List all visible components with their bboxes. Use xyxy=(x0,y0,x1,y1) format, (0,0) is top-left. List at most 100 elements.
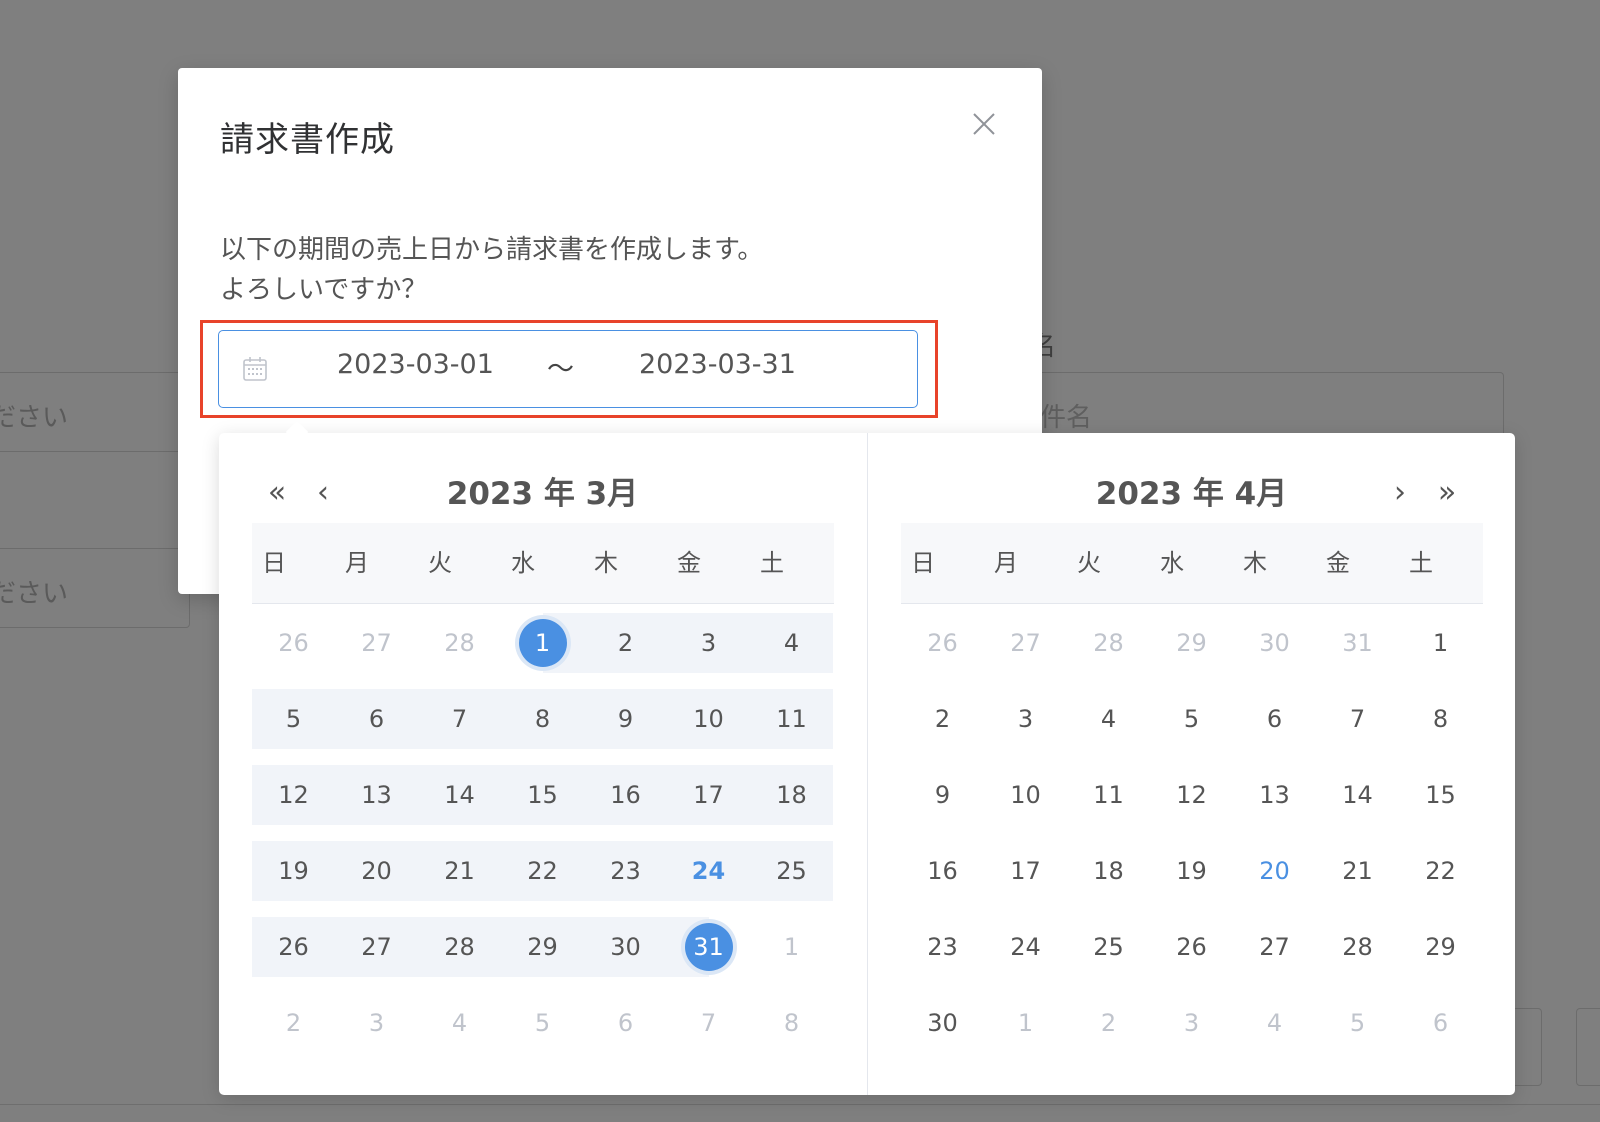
day-cell[interactable]: 27 xyxy=(984,613,1067,673)
day-cell[interactable]: 14 xyxy=(418,765,501,825)
day-cell[interactable]: 3 xyxy=(335,993,418,1053)
day-cell[interactable]: 4 xyxy=(1233,993,1316,1053)
day-cell[interactable]: 22 xyxy=(501,841,584,901)
calendar-panel-march: « ‹ 2023 年 3月 日月火水木金土 26 27 28 1 2 3 4 5 6 7 8 9 10 1… xyxy=(219,433,866,1095)
day-cell[interactable]: 26 xyxy=(252,917,335,977)
day-cell[interactable]: 7 xyxy=(418,689,501,749)
day-cell[interactable]: 10 xyxy=(667,689,750,749)
day-cell[interactable]: 27 xyxy=(1233,917,1316,977)
day-cell[interactable]: 15 xyxy=(1399,765,1482,825)
day-cell[interactable]: 28 xyxy=(1316,917,1399,977)
day-cell[interactable]: 19 xyxy=(1150,841,1233,901)
day-cell[interactable]: 12 xyxy=(1150,765,1233,825)
day-cell[interactable]: 10 xyxy=(984,765,1067,825)
day-cell[interactable]: 23 xyxy=(901,917,984,977)
day-cell[interactable]: 4 xyxy=(1067,689,1150,749)
day-cell-selected[interactable]: 31 xyxy=(667,917,750,977)
day-number: 25 xyxy=(776,857,807,885)
day-cell[interactable]: 3 xyxy=(1150,993,1233,1053)
next-year-button[interactable]: » xyxy=(1429,473,1465,513)
day-cell[interactable]: 20 xyxy=(1233,841,1316,901)
day-cell[interactable]: 2 xyxy=(584,613,667,673)
day-cell[interactable]: 20 xyxy=(335,841,418,901)
day-cell[interactable]: 8 xyxy=(501,689,584,749)
day-cell[interactable]: 30 xyxy=(901,993,984,1053)
day-cell[interactable]: 11 xyxy=(1067,765,1150,825)
day-cell[interactable]: 22 xyxy=(1399,841,1482,901)
day-cell[interactable]: 5 xyxy=(1316,993,1399,1053)
day-cell[interactable]: 6 xyxy=(1233,689,1316,749)
day-cell[interactable]: 13 xyxy=(1233,765,1316,825)
day-number: 19 xyxy=(1176,857,1207,885)
day-cell[interactable]: 26 xyxy=(252,613,335,673)
day-cell[interactable]: 8 xyxy=(1399,689,1482,749)
day-number: 12 xyxy=(278,781,309,809)
day-cell[interactable]: 1 xyxy=(984,993,1067,1053)
day-cell[interactable]: 6 xyxy=(335,689,418,749)
day-cell[interactable]: 29 xyxy=(1399,917,1482,977)
day-cell[interactable]: 29 xyxy=(1150,613,1233,673)
day-cell[interactable]: 28 xyxy=(418,917,501,977)
day-cell[interactable]: 18 xyxy=(1067,841,1150,901)
day-cell[interactable]: 31 xyxy=(1316,613,1399,673)
day-cell[interactable]: 27 xyxy=(335,613,418,673)
day-cell[interactable]: 24 xyxy=(667,841,750,901)
day-cell[interactable]: 6 xyxy=(584,993,667,1053)
day-cell[interactable]: 23 xyxy=(584,841,667,901)
day-cell-selected[interactable]: 1 xyxy=(501,613,584,673)
day-cell[interactable]: 4 xyxy=(418,993,501,1053)
day-cell[interactable]: 16 xyxy=(901,841,984,901)
day-cell[interactable]: 3 xyxy=(984,689,1067,749)
day-cell[interactable]: 21 xyxy=(418,841,501,901)
day-cell[interactable]: 16 xyxy=(584,765,667,825)
day-cell[interactable]: 30 xyxy=(584,917,667,977)
day-cell[interactable]: 3 xyxy=(667,613,750,673)
day-number: 3 xyxy=(700,629,717,657)
close-button[interactable] xyxy=(966,106,1002,142)
next-month-button[interactable]: › xyxy=(1382,473,1418,513)
background-divider xyxy=(0,1104,1600,1105)
day-cell[interactable]: 4 xyxy=(750,613,833,673)
day-cell[interactable]: 18 xyxy=(750,765,833,825)
day-cell[interactable]: 30 xyxy=(1233,613,1316,673)
day-cell[interactable]: 17 xyxy=(984,841,1067,901)
day-cell[interactable]: 15 xyxy=(501,765,584,825)
day-cell[interactable]: 5 xyxy=(1150,689,1233,749)
range-start-input[interactable]: 2023-03-01 xyxy=(337,349,494,380)
weekday-header-right: 日月火水木金土 xyxy=(901,523,1483,604)
day-cell[interactable]: 13 xyxy=(335,765,418,825)
day-cell[interactable]: 17 xyxy=(667,765,750,825)
day-cell[interactable]: 12 xyxy=(252,765,335,825)
day-cell[interactable]: 21 xyxy=(1316,841,1399,901)
day-cell[interactable]: 1 xyxy=(1399,613,1482,673)
day-cell[interactable]: 5 xyxy=(501,993,584,1053)
weekday-label: 土 xyxy=(1409,549,1433,577)
day-cell[interactable]: 28 xyxy=(1067,613,1150,673)
day-number: 26 xyxy=(278,629,309,657)
range-end-input[interactable]: 2023-03-31 xyxy=(639,349,796,380)
day-cell[interactable]: 2 xyxy=(1067,993,1150,1053)
day-cell[interactable]: 24 xyxy=(984,917,1067,977)
day-cell[interactable]: 9 xyxy=(901,765,984,825)
date-range-input[interactable]: 2023-03-01 〜 2023-03-31 xyxy=(218,330,918,408)
day-cell[interactable]: 6 xyxy=(1399,993,1482,1053)
day-cell[interactable]: 7 xyxy=(667,993,750,1053)
day-cell[interactable]: 26 xyxy=(1150,917,1233,977)
day-cell[interactable]: 5 xyxy=(252,689,335,749)
day-cell[interactable]: 2 xyxy=(252,993,335,1053)
day-cell[interactable]: 8 xyxy=(750,993,833,1053)
day-cell[interactable]: 14 xyxy=(1316,765,1399,825)
day-cell[interactable]: 25 xyxy=(750,841,833,901)
day-cell[interactable]: 26 xyxy=(901,613,984,673)
day-cell[interactable]: 11 xyxy=(750,689,833,749)
day-cell[interactable]: 2 xyxy=(901,689,984,749)
day-cell[interactable]: 29 xyxy=(501,917,584,977)
day-cell[interactable]: 1 xyxy=(750,917,833,977)
day-cell[interactable]: 27 xyxy=(335,917,418,977)
day-cell[interactable]: 19 xyxy=(252,841,335,901)
day-number: 1 xyxy=(1432,629,1449,657)
day-cell[interactable]: 25 xyxy=(1067,917,1150,977)
day-cell[interactable]: 9 xyxy=(584,689,667,749)
day-cell[interactable]: 28 xyxy=(418,613,501,673)
day-cell[interactable]: 7 xyxy=(1316,689,1399,749)
